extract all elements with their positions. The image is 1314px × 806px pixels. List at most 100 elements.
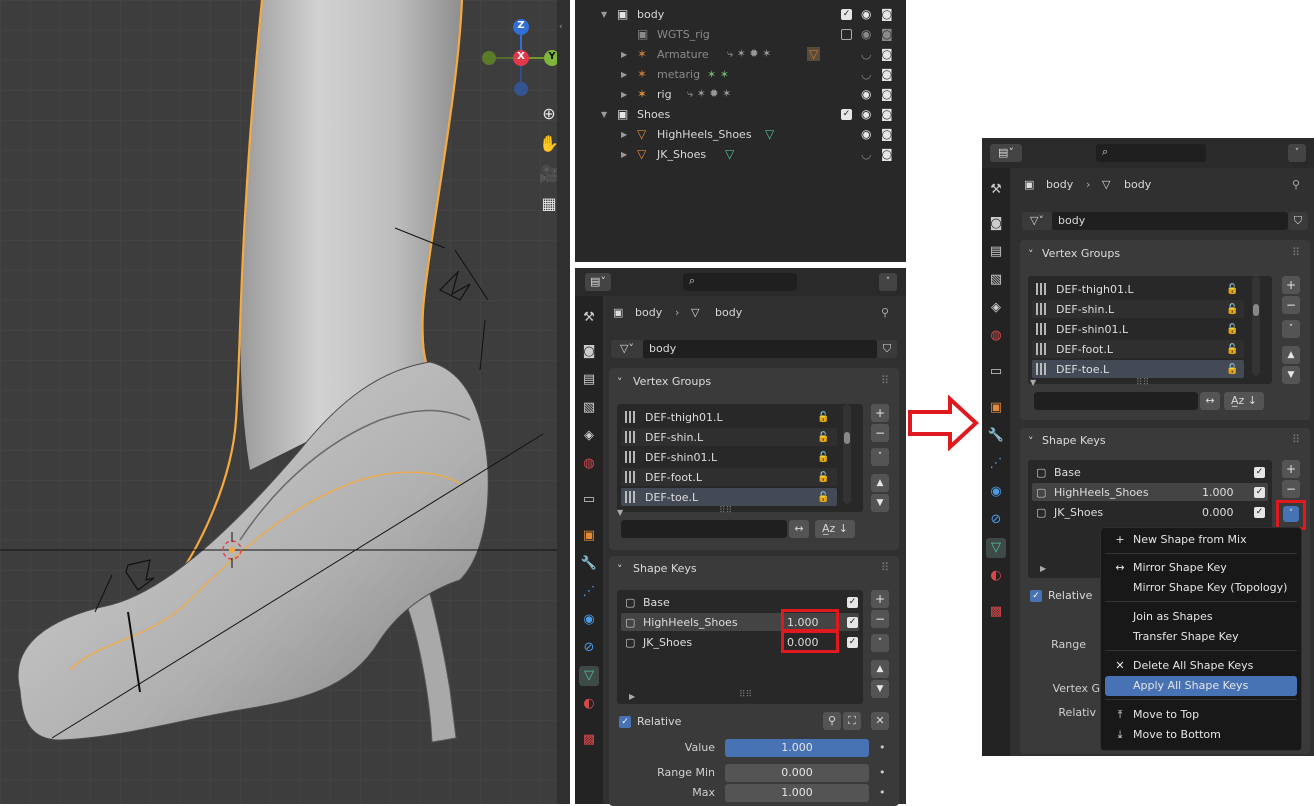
camera-render-icon[interactable]: ◙ xyxy=(881,87,893,101)
move-up-button[interactable]: ▲ xyxy=(1282,346,1300,364)
expand-list-icon[interactable]: ▶ xyxy=(1040,564,1046,573)
mesh-data-icon[interactable]: ▽ xyxy=(986,538,1006,558)
filter-input[interactable] xyxy=(1034,392,1198,410)
world-icon[interactable]: ◍ xyxy=(986,326,1006,346)
vertex-group-list[interactable]: DEF-thigh01.L 🔓 DEF-shin.L 🔓 DEF-shin01.L 🔓… xyxy=(617,404,863,512)
menu-item-transfer-shape-key[interactable]: Transfer Shape Key xyxy=(1105,627,1297,647)
range-min-field[interactable]: 0.000 xyxy=(725,764,869,782)
outliner-row[interactable]: ▶ ✶ metarig ✶ ✶ ◡ ◙ xyxy=(575,64,906,84)
panel-title[interactable]: Shape Keys xyxy=(633,562,697,575)
move-down-button[interactable]: ▼ xyxy=(871,680,889,698)
mesh-name-field[interactable]: body xyxy=(643,340,877,358)
expand-arrow-icon[interactable]: ▶ xyxy=(621,70,627,79)
edit-mode-icon[interactable]: ⛶ xyxy=(843,712,861,730)
render-icon[interactable]: ◙ xyxy=(986,214,1006,234)
panel-collapse-icon[interactable]: ˅ xyxy=(617,563,623,576)
filter-input[interactable] xyxy=(621,520,787,538)
gizmo-x-label[interactable]: X xyxy=(515,51,527,62)
panel-title[interactable]: Shape Keys xyxy=(1042,434,1106,447)
checkbox[interactable] xyxy=(841,28,852,40)
breadcrumb-mesh[interactable]: body xyxy=(1124,178,1151,191)
mute-checkbox[interactable]: ✓ xyxy=(1254,507,1265,518)
outliner-row[interactable]: ▣ WGTS_rig ◉ ◙ xyxy=(575,24,906,44)
chevron-down-icon[interactable]: ˅ xyxy=(879,273,897,291)
tool-icon[interactable]: ⚒ xyxy=(579,308,599,328)
specials-menu-button[interactable]: ˅ xyxy=(1282,320,1300,338)
add-shape-key-button[interactable]: + xyxy=(1282,460,1300,478)
mesh-browse-icon[interactable]: ▽˅ xyxy=(611,340,643,358)
list-item[interactable]: ▢ Base ✓ xyxy=(1032,463,1268,481)
sort-invert-icon[interactable]: ↔ xyxy=(789,520,809,538)
mute-checkbox[interactable]: ✓ xyxy=(1254,467,1265,478)
keyframe-dot-icon[interactable]: • xyxy=(879,786,886,799)
move-down-button[interactable]: ▼ xyxy=(871,494,889,512)
drag-handle-icon[interactable]: ⠿ xyxy=(881,374,889,387)
value-field[interactable]: 1.000 xyxy=(725,739,869,757)
outliner-row[interactable]: ▶ ✶ Armature ⤷ ✶ ✹ ✶ ▽ ◡ ◙ xyxy=(575,44,906,64)
mute-checkbox[interactable]: ✓ xyxy=(847,637,858,648)
panel-title[interactable]: Vertex Groups xyxy=(1042,247,1120,260)
pin-shape-icon[interactable]: ⚲ xyxy=(823,712,841,730)
relative-checkbox[interactable]: ✓ xyxy=(619,716,631,728)
remove-vertex-group-button[interactable]: − xyxy=(1282,296,1300,314)
material-icon[interactable]: ◐ xyxy=(986,566,1006,586)
add-vertex-group-button[interactable]: + xyxy=(1282,276,1300,294)
outliner-row[interactable]: ▶ ✶ rig ⤷ ✶ ✹ ✶ ◉ ◙ xyxy=(575,84,906,104)
eye-icon[interactable]: ◉ xyxy=(861,127,871,141)
modifier-icon[interactable]: 🔧 xyxy=(986,426,1006,446)
outliner-row[interactable]: ▼ ▣ Shoes ✓ ◉ ◙ xyxy=(575,104,906,124)
camera-render-icon[interactable]: ◙ xyxy=(881,7,893,21)
menu-item-join-as-shapes[interactable]: Join as Shapes xyxy=(1105,607,1297,627)
sort-alpha-icon[interactable]: A̲z ↓ xyxy=(815,520,855,538)
editor-type-icon[interactable]: ▤˅ xyxy=(990,144,1022,162)
collection-tab-icon[interactable]: ▭ xyxy=(986,362,1006,382)
scene-icon[interactable]: ◈ xyxy=(579,426,599,446)
menu-item-delete-all-shape-keys[interactable]: ✕ Delete All Shape Keys xyxy=(1105,656,1297,676)
shape-key-specials-button[interactable]: ˅ xyxy=(871,634,889,652)
search-input[interactable]: ⌕ xyxy=(683,273,797,291)
camera-render-icon[interactable]: ◙ xyxy=(881,47,893,61)
camera-render-icon[interactable]: ◙ xyxy=(881,27,893,41)
breadcrumb-object[interactable]: body xyxy=(635,306,662,319)
eye-icon[interactable]: ◉ xyxy=(861,107,871,121)
list-item[interactable]: DEF-foot.L 🔓 xyxy=(1032,340,1244,358)
scrollbar[interactable] xyxy=(1252,276,1260,376)
move-up-button[interactable]: ▲ xyxy=(871,660,889,678)
render-icon[interactable]: ◙ xyxy=(579,342,599,362)
list-item[interactable]: DEF-foot.L 🔓 xyxy=(621,468,837,486)
keyframe-dot-icon[interactable]: • xyxy=(879,766,886,779)
checkbox[interactable]: ✓ xyxy=(841,108,852,120)
specials-menu-button[interactable]: ˅ xyxy=(871,448,889,466)
remove-vertex-group-button[interactable]: − xyxy=(871,424,889,442)
menu-item-mirror-topology[interactable]: Mirror Shape Key (Topology) xyxy=(1105,578,1297,598)
mute-checkbox[interactable]: ✓ xyxy=(847,617,858,628)
shape-key-value[interactable]: 0.000 xyxy=(1202,506,1234,519)
camera-render-icon[interactable]: ◙ xyxy=(881,67,893,81)
list-item[interactable]: DEF-thigh01.L 🔓 xyxy=(1032,280,1244,298)
list-item-selected[interactable]: DEF-toe.L 🔓 xyxy=(1032,360,1244,378)
panel-collapse-icon[interactable]: ˅ xyxy=(1028,248,1034,261)
move-up-button[interactable]: ▲ xyxy=(871,474,889,492)
checkbox[interactable]: ✓ xyxy=(841,8,852,20)
mute-checkbox[interactable]: ✓ xyxy=(847,597,858,608)
max-field[interactable]: 1.000 xyxy=(725,784,869,802)
view-layer-icon[interactable]: ▧ xyxy=(986,270,1006,290)
sort-alpha-icon[interactable]: A̲z ↓ xyxy=(1224,392,1264,410)
lock-icon[interactable]: 🔓 xyxy=(1226,324,1238,335)
scrollbar[interactable] xyxy=(843,404,851,504)
lock-icon[interactable]: 🔓 xyxy=(817,472,829,483)
expand-arrow-icon[interactable]: ▶ xyxy=(621,90,627,99)
menu-item-move-to-bottom[interactable]: ⤓ Move to Bottom xyxy=(1105,725,1297,745)
list-resize-handle[interactable]: ⠿⠿ xyxy=(719,506,732,516)
world-icon[interactable]: ◍ xyxy=(579,454,599,474)
output-icon[interactable]: ▤ xyxy=(579,370,599,390)
camera-render-icon[interactable]: ◙ xyxy=(881,147,893,161)
outliner-row[interactable]: ▶ ▽ HighHeels_Shoes ▽ ◉ ◙ xyxy=(575,124,906,144)
gizmo-z-label[interactable]: Z xyxy=(515,20,527,31)
sort-invert-icon[interactable]: ↔ xyxy=(1200,392,1220,410)
mesh-browse-icon[interactable]: ▽˅ xyxy=(1022,212,1052,230)
eye-icon[interactable]: ◉ xyxy=(861,87,871,101)
search-input[interactable]: ⌕ xyxy=(1096,144,1206,162)
material-icon[interactable]: ◐ xyxy=(579,694,599,714)
add-shape-key-button[interactable]: + xyxy=(871,590,889,608)
